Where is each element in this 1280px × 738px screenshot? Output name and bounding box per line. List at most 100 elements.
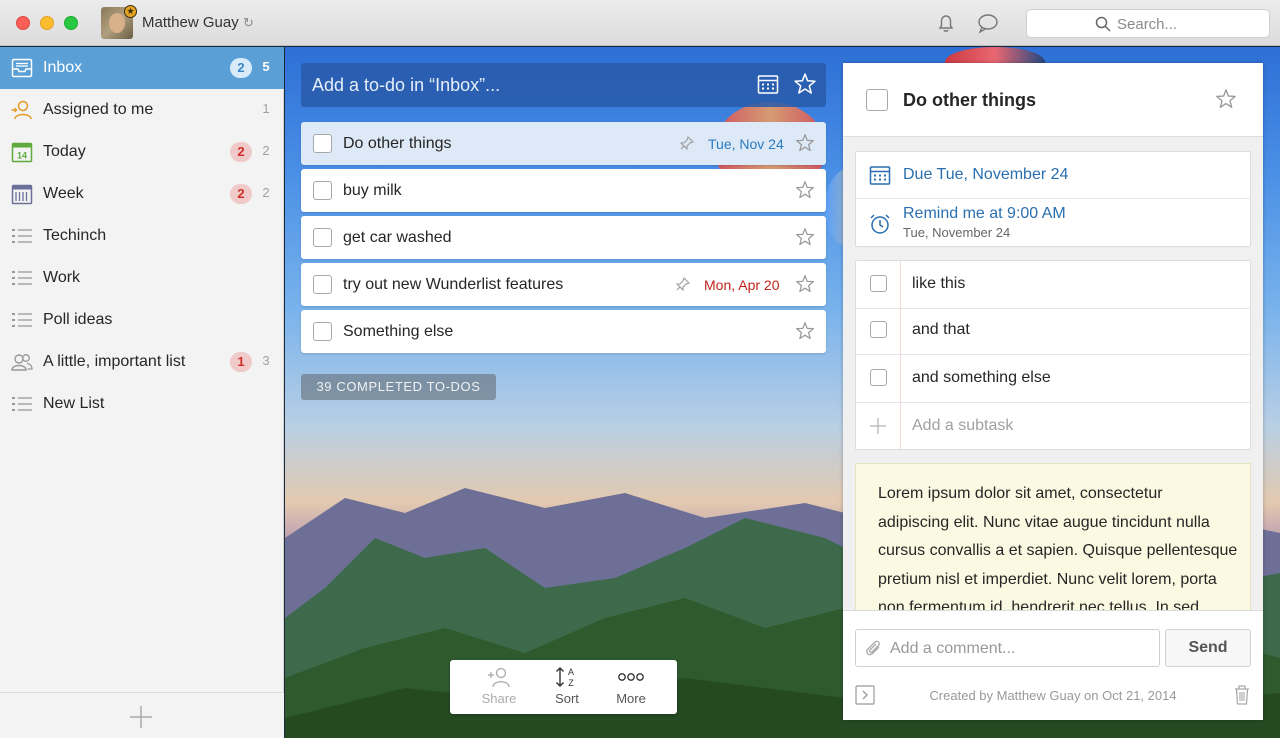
list-icon (11, 225, 33, 247)
svg-text:A: A (568, 667, 574, 677)
sidebar-item-work[interactable]: Work (0, 257, 284, 299)
star-icon[interactable] (795, 321, 815, 346)
task-count: 2 (262, 185, 270, 200)
detail-title[interactable]: Do other things (903, 90, 1036, 111)
sidebar-item-label: Poll ideas (43, 311, 113, 328)
todo-checkbox[interactable] (313, 228, 332, 247)
due-date: Mon, Apr 20 (704, 277, 780, 293)
todo-item[interactable]: try out new Wunderlist features Mon, Apr… (301, 263, 826, 306)
create-list-plus-icon[interactable] (129, 705, 153, 734)
trash-icon[interactable] (1233, 684, 1251, 711)
calendar-icon (869, 164, 891, 191)
task-count: 5 (262, 59, 270, 74)
todo-checkbox[interactable] (313, 181, 332, 200)
subtask-title: and something else (912, 369, 1051, 386)
send-button[interactable]: Send (1165, 629, 1251, 667)
calendar-today-icon: 14 (11, 141, 33, 163)
reminder-text[interactable]: Remind me at 9:00 AM (903, 205, 1066, 223)
subtask-title: like this (912, 275, 966, 292)
pro-badge-icon: ★ (124, 5, 137, 18)
calendar-week-icon (11, 183, 33, 205)
todo-item[interactable]: Something else (301, 310, 826, 353)
note-text: Lorem ipsum dolor sit amet, consectetur … (878, 485, 1238, 610)
subtask-checkbox[interactable] (870, 321, 887, 338)
task-count: 2 (262, 143, 270, 158)
sidebar-item-label: Techinch (43, 227, 107, 244)
search-field[interactable]: Search... (1026, 9, 1270, 38)
search-placeholder: Search... (1117, 16, 1178, 33)
sort-button[interactable]: AZ Sort (537, 666, 597, 710)
pin-icon (675, 276, 691, 292)
sidebar-item-inbox[interactable]: Inbox 2 5 (0, 47, 284, 89)
star-icon[interactable] (795, 180, 815, 205)
sidebar-item-label: Today (43, 143, 86, 160)
shared-list-icon (11, 351, 33, 373)
sidebar-item-week[interactable]: Week 2 2 (0, 173, 284, 215)
bell-icon[interactable] (935, 12, 957, 39)
detail-panel: Do other things Due Tue, November 24 Rem… (843, 63, 1263, 720)
title-bar: ★ Matthew Guay ↻ Search... (0, 0, 1280, 46)
todo-title: get car washed (343, 229, 452, 246)
alarm-clock-icon (869, 213, 891, 240)
sidebar-item-label: A little, important list (43, 353, 186, 370)
sidebar-item-label: Inbox (43, 59, 83, 76)
more-icon (601, 666, 661, 688)
window-zoom-button[interactable] (64, 16, 78, 30)
overdue-badge: 2 (230, 58, 252, 78)
username[interactable]: Matthew Guay (142, 14, 239, 31)
star-icon[interactable] (1215, 88, 1237, 115)
more-button[interactable]: More (601, 666, 661, 710)
collapse-panel-icon[interactable] (855, 685, 875, 710)
star-icon[interactable] (795, 133, 815, 158)
subtask-checkbox[interactable] (870, 275, 887, 292)
window-close-button[interactable] (16, 16, 30, 30)
add-subtask-row[interactable]: Add a subtask (856, 403, 1250, 451)
todo-item[interactable]: buy milk (301, 169, 826, 212)
created-by-text: Created by Matthew Guay on Oct 21, 2014 (929, 688, 1177, 703)
list-icon (11, 393, 33, 415)
set-due-date-icon[interactable] (757, 73, 779, 100)
conversations-icon[interactable] (976, 12, 1000, 39)
inbox-icon (11, 57, 33, 79)
today-day-number: 14 (17, 151, 27, 161)
todo-item[interactable]: get car washed (301, 216, 826, 259)
sort-label: Sort (555, 691, 579, 706)
todo-checkbox[interactable] (313, 322, 332, 341)
todo-title: buy milk (343, 182, 402, 199)
todo-checkbox[interactable] (313, 134, 332, 153)
add-todo-input[interactable]: Add a to-do in “Inbox”... (301, 63, 826, 107)
subtask-item[interactable]: like this (856, 261, 1250, 309)
window-minimize-button[interactable] (40, 16, 54, 30)
todo-checkbox[interactable] (313, 275, 332, 294)
due-date-row[interactable]: Due Tue, November 24 (856, 152, 1250, 199)
share-button[interactable]: Share (469, 666, 529, 710)
assigned-icon (11, 99, 33, 121)
subtask-item[interactable]: and that (856, 307, 1250, 355)
sidebar-item-techinch[interactable]: Techinch (0, 215, 284, 257)
subtask-item[interactable]: and something else (856, 355, 1250, 403)
subtasks-card: like this and that and something else Ad… (855, 260, 1251, 451)
comment-placeholder: Add a comment... (890, 640, 1016, 657)
sidebar-item-poll-ideas[interactable]: Poll ideas (0, 299, 284, 341)
sidebar-item-a-little-important-list[interactable]: A little, important list 1 3 (0, 341, 284, 383)
sidebar-item-assigned-to-me[interactable]: Assigned to me 1 (0, 89, 284, 131)
star-icon[interactable] (795, 227, 815, 252)
todo-item[interactable]: Do other things Tue, Nov 24 (301, 122, 826, 165)
sync-icon[interactable]: ↻ (243, 15, 254, 31)
overdue-badge: 2 (230, 142, 252, 162)
note-area[interactable]: Lorem ipsum dolor sit amet, consectetur … (855, 463, 1251, 610)
pin-icon (679, 135, 695, 151)
sidebar-item-new-list[interactable]: New List (0, 383, 284, 425)
sidebar-item-today[interactable]: 14 Today 2 2 (0, 131, 284, 173)
detail-checkbox[interactable] (866, 89, 888, 111)
comment-input[interactable]: Add a comment... (855, 629, 1160, 667)
subtask-checkbox[interactable] (870, 369, 887, 386)
task-count: 3 (262, 353, 270, 368)
star-icon[interactable] (793, 72, 817, 101)
show-completed-button[interactable]: 39 COMPLETED TO-DOS (301, 374, 496, 400)
plus-icon (868, 416, 888, 441)
add-todo-placeholder: Add a to-do in “Inbox”... (312, 75, 501, 95)
star-icon[interactable] (795, 274, 815, 299)
todo-title: Something else (343, 323, 454, 340)
paperclip-icon[interactable] (864, 639, 884, 664)
